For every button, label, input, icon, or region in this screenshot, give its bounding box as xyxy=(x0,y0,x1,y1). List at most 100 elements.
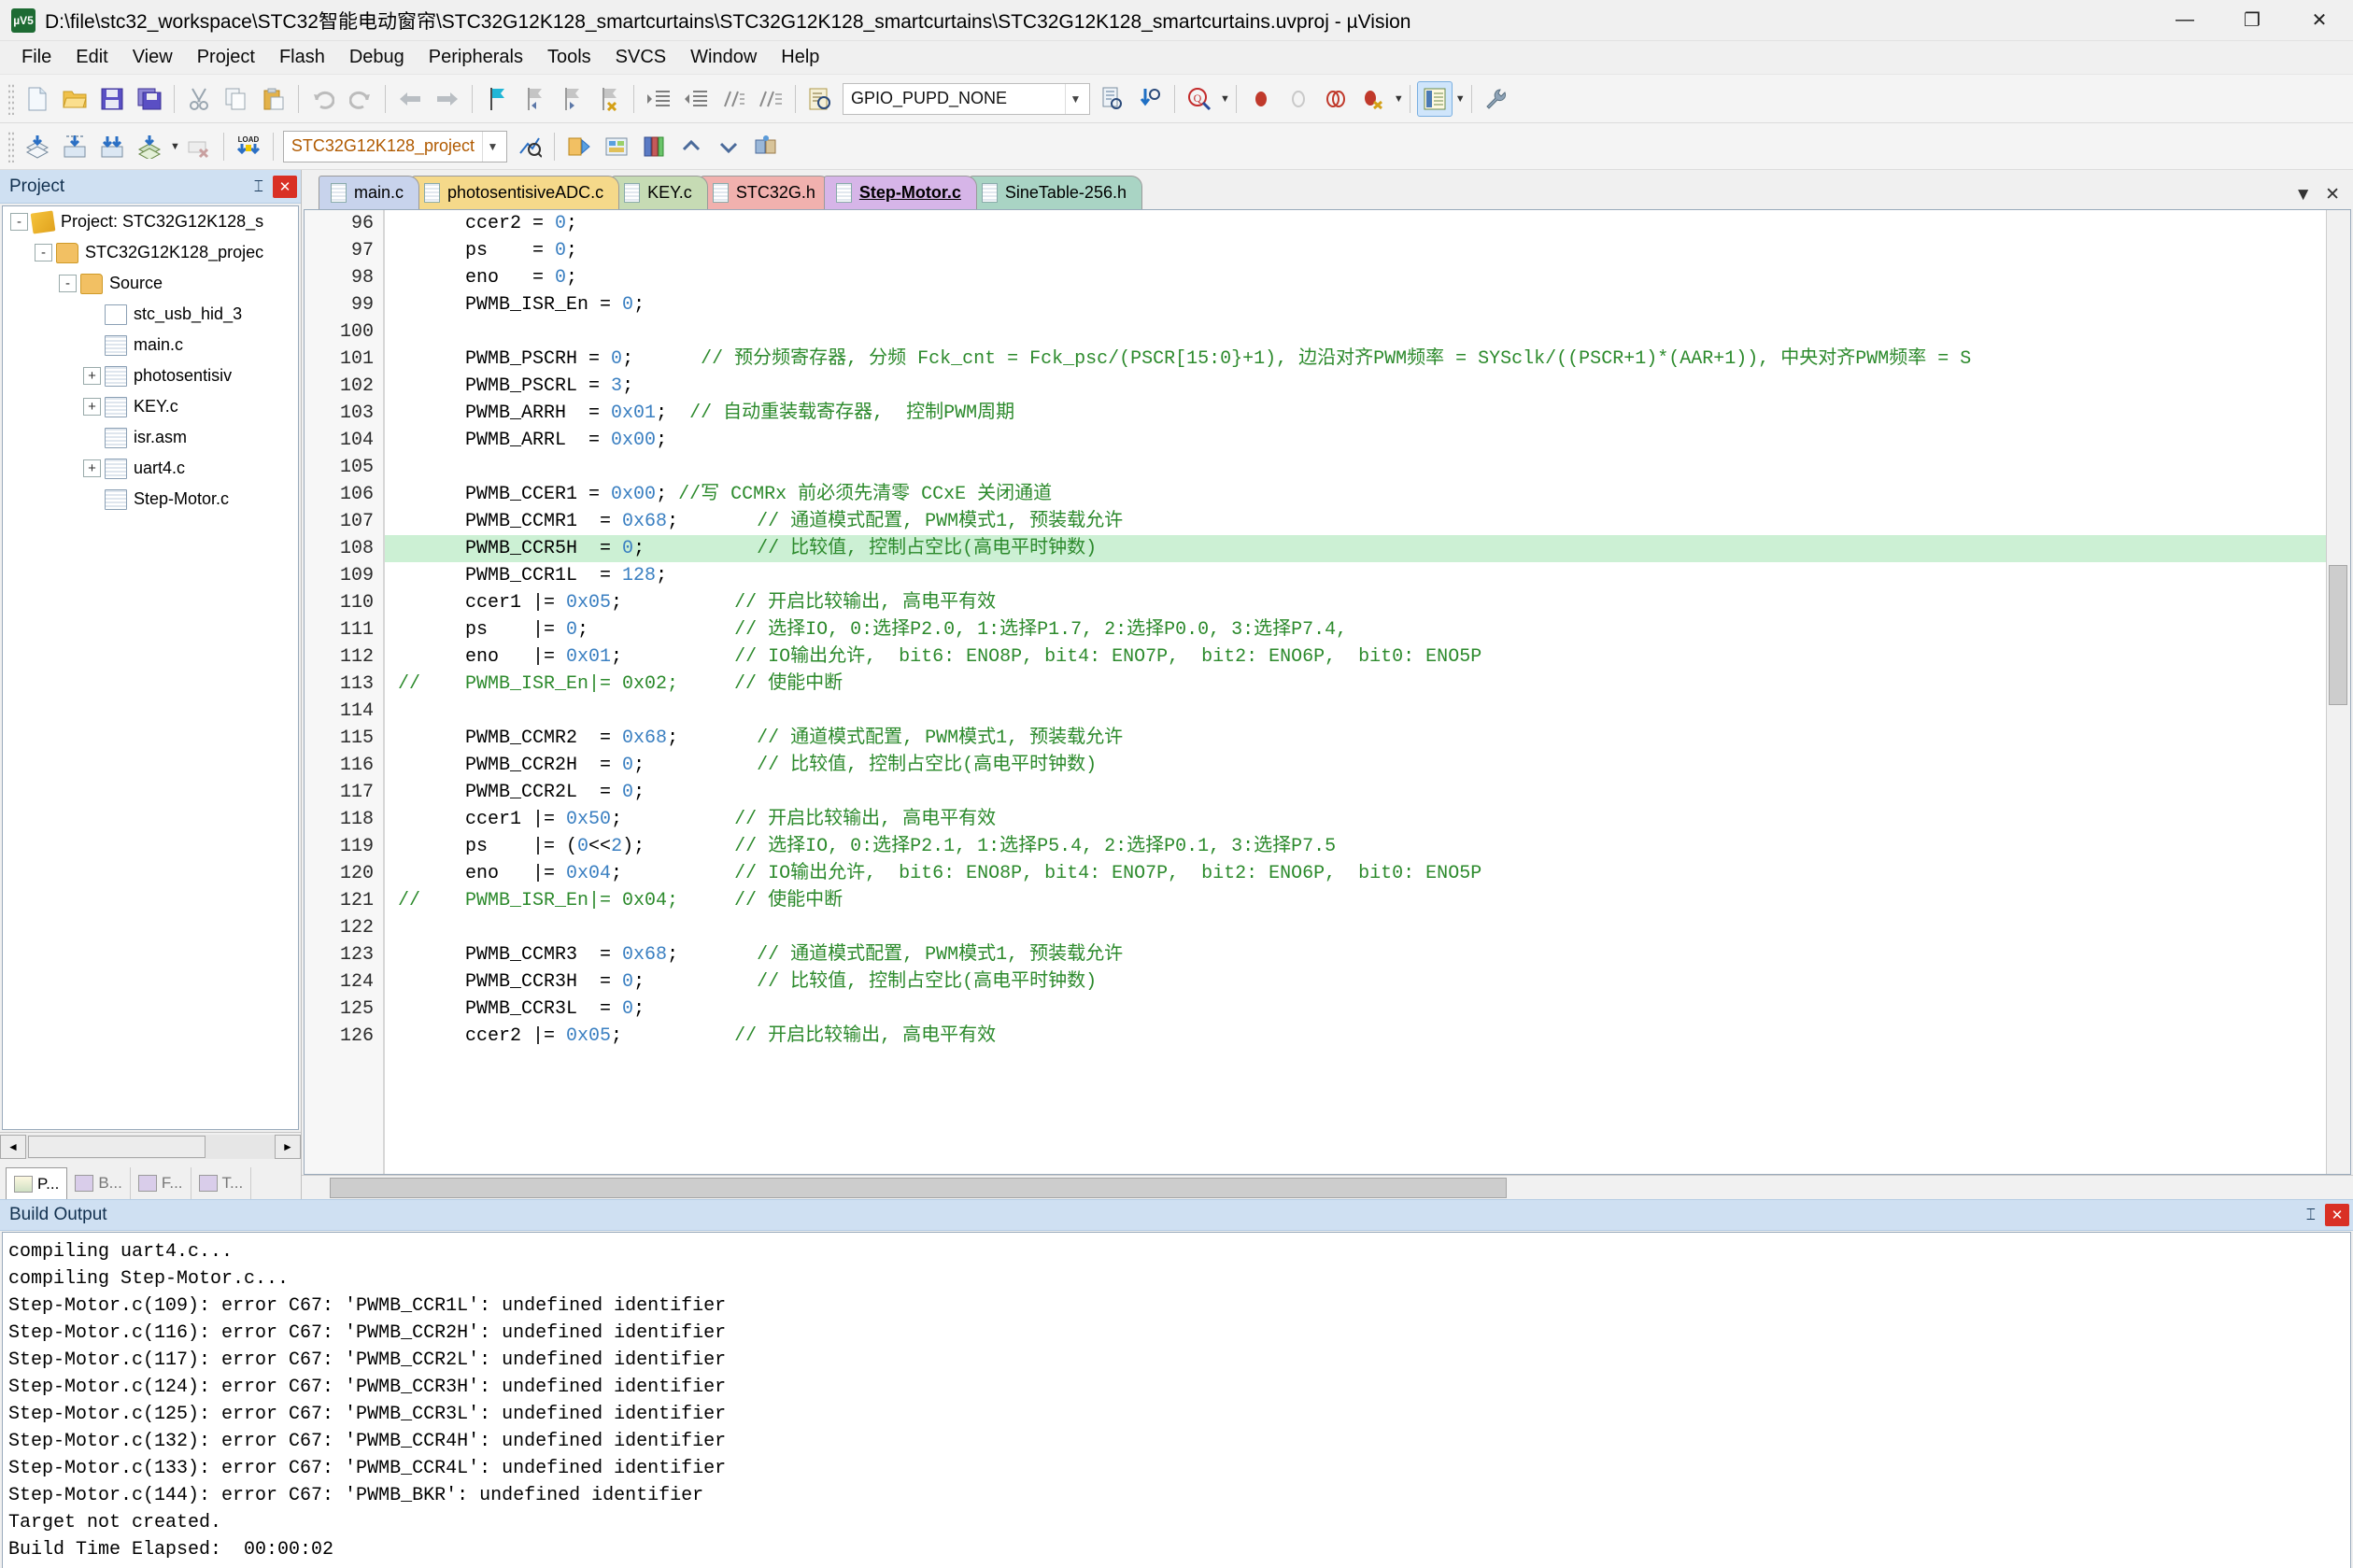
editor-tab-sinetable-256-h[interactable]: SineTable-256.h xyxy=(969,176,1142,209)
toolbar-grip[interactable] xyxy=(7,130,15,162)
batch-build-icon[interactable] xyxy=(132,129,167,164)
code-line[interactable] xyxy=(385,914,2326,941)
window-layout-icon[interactable] xyxy=(1416,80,1453,117)
menu-edit[interactable]: Edit xyxy=(64,43,120,72)
code-line[interactable]: // PWMB_ISR_En|= 0x04; // 使能中断 xyxy=(385,887,2326,914)
code-editor[interactable]: 96 97 98 99 100 101 102 103 104 105 106 107 108 109 11… xyxy=(304,209,2351,1175)
code-line[interactable] xyxy=(385,698,2326,725)
build-output-text[interactable]: compiling uart4.c... compiling Step-Motor… xyxy=(2,1232,2351,1568)
find-in-files-icon[interactable] xyxy=(802,81,838,117)
books-icon[interactable] xyxy=(636,129,672,164)
code-line[interactable]: PWMB_CCR3H = 0; // 比较值, 控制占空比(高电平时钟数) xyxy=(385,968,2326,996)
editor-tab-key-c[interactable]: KEY.c xyxy=(612,176,708,209)
manage-project-items-icon[interactable] xyxy=(561,129,597,164)
chevron-down-icon[interactable]: ▼ xyxy=(170,141,180,152)
cut-icon[interactable] xyxy=(181,81,217,117)
build-icon[interactable] xyxy=(57,129,92,164)
code-line[interactable]: PWMB_CCR5H = 0; // 比较值, 控制占空比(高电平时钟数) xyxy=(385,535,2326,562)
tree-item-source[interactable]: - Source xyxy=(3,268,298,299)
editor-vscrollbar[interactable] xyxy=(2326,210,2350,1174)
code-line[interactable]: PWMB_CCR1L = 128; xyxy=(385,562,2326,589)
toolbar-grip[interactable] xyxy=(7,82,15,115)
build-output-line[interactable]: compiling uart4.c... xyxy=(8,1238,2350,1265)
code-line[interactable]: eno |= 0x04; // IO输出允许, bit6: ENO8P, bit… xyxy=(385,860,2326,887)
chevron-down-icon[interactable]: ▼ xyxy=(1065,83,1085,114)
menu-view[interactable]: View xyxy=(120,43,185,72)
tab-close-icon[interactable]: ✕ xyxy=(2325,184,2340,205)
find-combo[interactable]: GPIO_PUPD_NONE ▼ xyxy=(843,82,1090,115)
save-icon[interactable] xyxy=(94,81,130,117)
bookmark-next-icon[interactable] xyxy=(554,81,589,117)
build-output-line[interactable]: Step-Motor.c(117): error C67: 'PWMB_CCR2… xyxy=(8,1347,2350,1374)
code-line[interactable]: eno |= 0x01; // IO输出允许, bit6: ENO8P, bit… xyxy=(385,643,2326,671)
kill-all-breakpoints-icon[interactable] xyxy=(1355,81,1391,117)
navigate-back-icon[interactable] xyxy=(392,81,428,117)
indent-icon[interactable] xyxy=(641,81,676,117)
scroll-thumb[interactable] xyxy=(28,1135,206,1158)
undo-icon[interactable] xyxy=(305,81,341,117)
build-output-line[interactable]: compiling Step-Motor.c... xyxy=(8,1265,2350,1293)
editor-tab-step-motor-c[interactable]: Step-Motor.c xyxy=(823,176,977,209)
build-output-line[interactable]: Step-Motor.c(109): error C67: 'PWMB_CCR1… xyxy=(8,1293,2350,1320)
stop-build-icon[interactable] xyxy=(181,129,217,164)
menu-flash[interactable]: Flash xyxy=(267,43,337,72)
target-options-icon[interactable] xyxy=(512,129,547,164)
expand-node-icon[interactable]: + xyxy=(83,367,101,385)
editor-tab-main-c[interactable]: main.c xyxy=(319,176,420,209)
project-tree-hscrollbar[interactable]: ◄ ► xyxy=(0,1132,301,1160)
target-select[interactable]: STC32G12K128_project ▼ xyxy=(282,130,507,162)
project-tree[interactable]: - Project: STC32G12K128_s - STC32G12K128_pr… xyxy=(2,205,299,1130)
build-output-line[interactable]: Step-Motor.c(133): error C67: 'PWMB_CCR4… xyxy=(8,1455,2350,1482)
copy-icon[interactable] xyxy=(219,81,254,117)
code-line[interactable]: PWMB_CCMR3 = 0x68; // 通道模式配置, PWM模式1, 预装… xyxy=(385,941,2326,968)
tab-list-dropdown-icon[interactable]: ▼ xyxy=(2294,185,2312,205)
build-output-line[interactable]: Build Time Elapsed: 00:00:02 xyxy=(8,1536,2350,1563)
paste-icon[interactable] xyxy=(256,81,291,117)
panel-tab-f[interactable]: F... xyxy=(131,1167,191,1199)
browse-symbol-icon[interactable]: Q xyxy=(1182,81,1217,117)
code-line[interactable]: ps |= 0; // 选择IO, 0:选择P2.0, 1:选择P1.7, 2:… xyxy=(385,616,2326,643)
translate-icon[interactable] xyxy=(20,129,55,164)
code-line[interactable]: eno = 0; xyxy=(385,264,2326,291)
find-in-files-button-icon[interactable] xyxy=(1095,81,1130,117)
code-line[interactable] xyxy=(385,318,2326,346)
editor-hscrollbar[interactable] xyxy=(302,1175,2353,1199)
code-line[interactable]: PWMB_CCR3L = 0; xyxy=(385,996,2326,1023)
scroll-right-icon[interactable]: ► xyxy=(275,1134,301,1159)
code-line[interactable]: PWMB_ARRH = 0x01; // 自动重装载寄存器, 控制PWM周期 xyxy=(385,400,2326,427)
code-line[interactable]: // PWMB_ISR_En|= 0x02; // 使能中断 xyxy=(385,671,2326,698)
code-line[interactable]: PWMB_PSCRH = 0; // 预分频寄存器, 分频 Fck_cnt = … xyxy=(385,346,2326,373)
minimize-button[interactable]: — xyxy=(2151,0,2218,41)
panel-tab-b[interactable]: B... xyxy=(67,1167,131,1199)
download-icon[interactable]: LOAD xyxy=(231,129,266,164)
build-output-line[interactable]: Step-Motor.c(124): error C67: 'PWMB_CCR3… xyxy=(8,1374,2350,1401)
menu-file[interactable]: File xyxy=(9,43,64,72)
build-output-line[interactable]: Step-Motor.c(116): error C67: 'PWMB_CCR2… xyxy=(8,1320,2350,1347)
kill-breakpoint-icon[interactable] xyxy=(1281,81,1316,117)
chevron-down-icon[interactable]: ▼ xyxy=(1220,93,1230,105)
code-line[interactable]: PWMB_CCMR1 = 0x68; // 通道模式配置, PWM模式1, 预装… xyxy=(385,508,2326,535)
tree-item-isr-asm[interactable]: isr.asm xyxy=(3,422,298,453)
build-output-line[interactable]: Step-Motor.c(144): error C67: 'PWMB_BKR'… xyxy=(8,1482,2350,1509)
tree-item-stc32g12k128-projec[interactable]: - STC32G12K128_projec xyxy=(3,237,298,268)
scroll-thumb[interactable] xyxy=(2329,565,2347,705)
scroll-thumb[interactable] xyxy=(330,1177,1507,1198)
code-line[interactable]: ps |= (0<<2); // 选择IO, 0:选择P2.1, 1:选择P5.… xyxy=(385,833,2326,860)
close-icon[interactable]: ✕ xyxy=(2325,1204,2349,1226)
close-icon[interactable]: ✕ xyxy=(273,175,297,198)
maximize-button[interactable]: ❐ xyxy=(2218,0,2286,41)
expand-node-icon[interactable]: + xyxy=(83,459,101,477)
expand-node-icon[interactable]: + xyxy=(83,398,101,416)
save-all-icon[interactable] xyxy=(132,81,167,117)
build-output-line[interactable]: Step-Motor.c(125): error C67: 'PWMB_CCR3… xyxy=(8,1401,2350,1428)
chevron-down-icon[interactable]: ▼ xyxy=(1394,93,1404,105)
collapse-node-icon[interactable]: - xyxy=(35,244,52,261)
code-line[interactable]: ccer1 |= 0x50; // 开启比较输出, 高电平有效 xyxy=(385,806,2326,833)
code-line[interactable]: PWMB_ARRL = 0x00; xyxy=(385,427,2326,454)
build-output-line[interactable]: Step-Motor.c(132): error C67: 'PWMB_CCR4… xyxy=(8,1428,2350,1455)
navigate-forward-icon[interactable] xyxy=(430,81,465,117)
bookmark-clear-icon[interactable] xyxy=(591,81,627,117)
outdent-icon[interactable] xyxy=(678,81,714,117)
code-line[interactable]: PWMB_PSCRL = 3; xyxy=(385,373,2326,400)
insert-breakpoint-icon[interactable] xyxy=(1243,81,1279,117)
